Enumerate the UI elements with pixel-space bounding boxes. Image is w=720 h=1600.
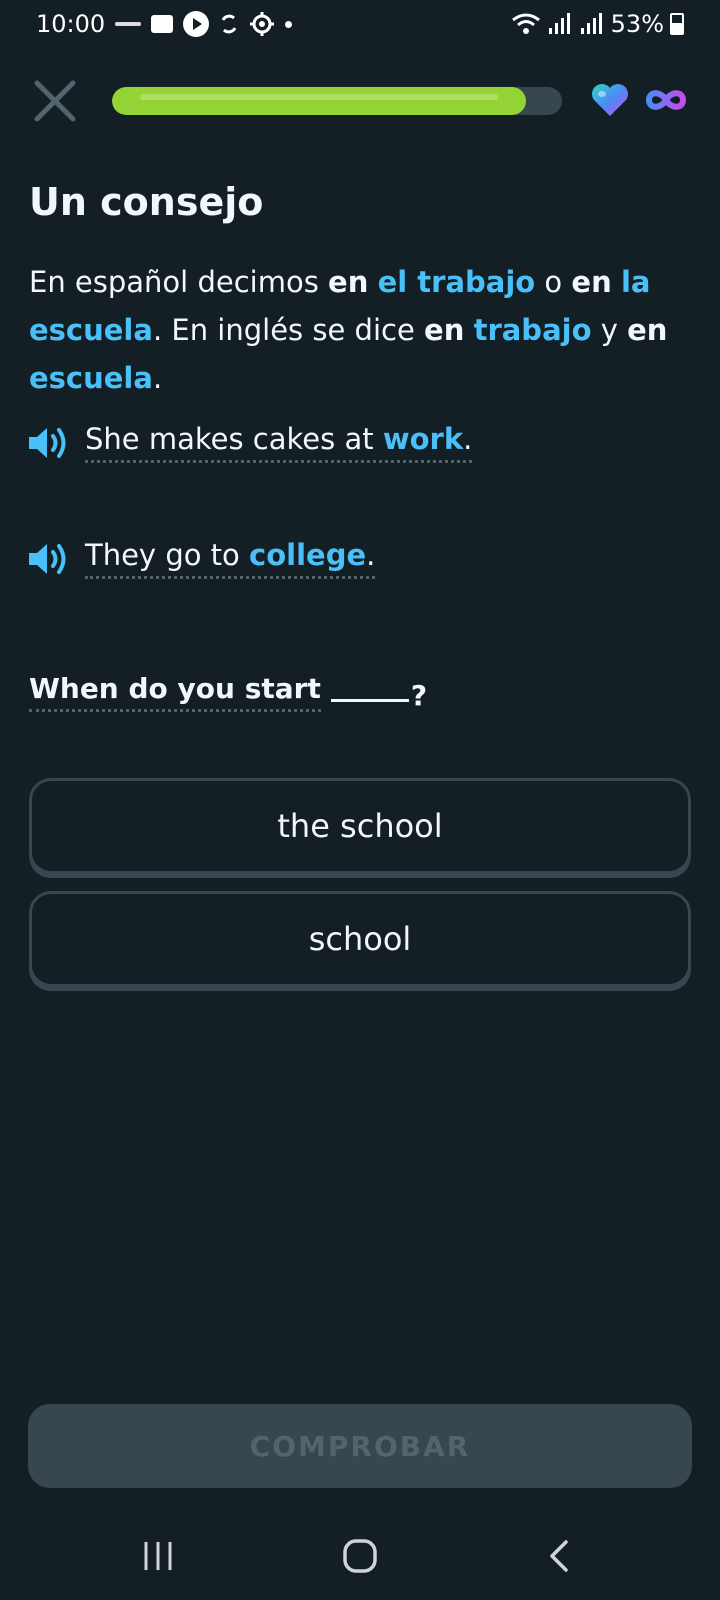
answer-blank — [330, 699, 409, 702]
wifi-icon — [511, 13, 540, 34]
tip-body: En español decimos en el trabajo o en la… — [29, 258, 689, 402]
example-text: They go to — [85, 538, 250, 572]
speaker-icon[interactable] — [27, 423, 71, 463]
home-icon[interactable] — [340, 1536, 380, 1576]
lesson-progress-bar — [112, 87, 562, 115]
back-icon[interactable] — [540, 1536, 580, 1576]
notification-icon — [115, 22, 142, 26]
tip-highlight: escuela — [29, 361, 153, 395]
lesson-progress-fill — [112, 87, 526, 115]
example-sentence[interactable]: They go to college. — [85, 538, 376, 579]
question-text[interactable]: When do you start — [29, 672, 321, 712]
lesson-header — [0, 70, 720, 130]
more-notifications-icon — [285, 20, 293, 28]
tip-text — [464, 313, 473, 347]
example-punct: . — [366, 538, 376, 572]
play-icon — [183, 11, 210, 37]
folder-icon — [151, 15, 174, 33]
example-highlight: college — [249, 538, 367, 572]
example-text: She makes cakes at — [85, 422, 383, 456]
tip-bold: en — [424, 313, 465, 347]
heart-icon[interactable] — [590, 82, 630, 118]
example-row-2: They go to college. — [27, 538, 376, 579]
tip-text: o — [535, 265, 572, 299]
tip-bold: en — [627, 313, 668, 347]
question-prompt: When do you start ? — [29, 672, 427, 712]
status-bar: 10:00 53% — [0, 0, 720, 48]
tip-bold: en — [571, 265, 612, 299]
tip-highlight: el trabajo — [377, 265, 536, 299]
speaker-icon[interactable] — [27, 539, 71, 579]
example-row-1: She makes cakes at work. — [27, 422, 473, 463]
recent-apps-icon[interactable] — [138, 1536, 178, 1576]
battery-icon — [670, 13, 684, 35]
tip-bold: en — [328, 265, 369, 299]
tip-text: y — [591, 313, 628, 347]
battery-percent: 53% — [610, 10, 664, 38]
answer-option-school[interactable]: school — [29, 891, 691, 987]
answer-option-the-school[interactable]: the school — [29, 778, 691, 874]
infinity-icon — [645, 90, 687, 110]
example-sentence[interactable]: She makes cakes at work. — [85, 422, 473, 463]
tip-text: . En inglés se dice — [152, 313, 425, 347]
question-end: ? — [410, 679, 428, 712]
signal-icon — [548, 13, 570, 34]
tip-title: Un consejo — [29, 180, 264, 224]
tip-highlight: trabajo — [473, 313, 592, 347]
settings-icon — [250, 12, 275, 36]
close-icon[interactable] — [32, 78, 78, 124]
tip-text: En español decimos — [29, 265, 329, 299]
progress-shine — [140, 94, 498, 100]
example-punct: . — [463, 422, 473, 456]
system-nav-bar — [0, 1520, 720, 1590]
check-button[interactable]: COMPROBAR — [28, 1404, 692, 1488]
tip-text — [368, 265, 377, 299]
sync-icon — [221, 14, 237, 34]
signal-icon-2 — [580, 13, 602, 34]
status-time: 10:00 — [36, 10, 106, 38]
example-highlight: work — [382, 422, 464, 456]
tip-text — [612, 265, 621, 299]
tip-text: . — [152, 361, 163, 395]
